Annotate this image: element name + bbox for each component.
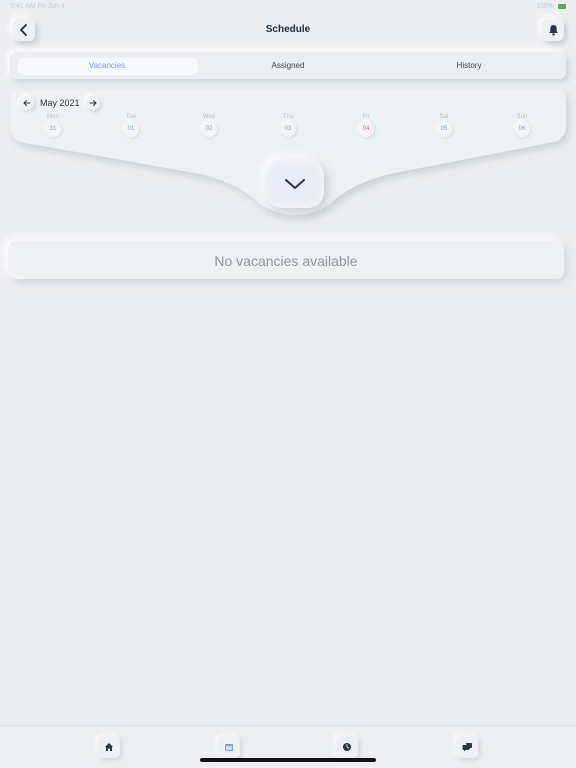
tab-assigned[interactable]: Assigned bbox=[197, 56, 379, 75]
status-time: 9:41 AM Fri Jun 4 bbox=[10, 3, 65, 10]
day-number: 02 bbox=[201, 122, 217, 137]
nav-chat[interactable] bbox=[456, 736, 478, 758]
day-name: Fri bbox=[362, 114, 370, 120]
day-name: Wed bbox=[202, 114, 216, 120]
day-number: 03 bbox=[280, 122, 296, 137]
day-cell-today[interactable]: Fri 04 bbox=[351, 114, 381, 137]
expand-calendar-button[interactable] bbox=[266, 160, 324, 208]
status-bar: 9:41 AM Fri Jun 4 100% bbox=[0, 0, 576, 12]
tab-vacancies[interactable]: Vacancies bbox=[16, 56, 198, 75]
empty-state-text: No vacancies available bbox=[214, 253, 358, 269]
day-number: 05 bbox=[436, 122, 452, 137]
day-name: Mon bbox=[47, 114, 59, 120]
day-cell[interactable]: Mon 31 bbox=[38, 114, 68, 137]
home-indicator bbox=[200, 758, 376, 762]
nav-history[interactable] bbox=[336, 736, 358, 758]
segment-tabs: Vacancies Assigned History bbox=[10, 52, 566, 79]
nav-schedule[interactable] bbox=[218, 736, 240, 758]
day-name: Sat bbox=[439, 114, 449, 120]
nav-home[interactable] bbox=[98, 736, 120, 758]
chevron-down-icon bbox=[285, 179, 305, 189]
day-cell[interactable]: Tue 01 bbox=[116, 114, 146, 137]
day-number: 01 bbox=[123, 122, 139, 137]
battery-percent: 100% bbox=[536, 3, 554, 10]
day-cell[interactable]: Wed 02 bbox=[194, 114, 224, 137]
clock-icon bbox=[343, 743, 351, 751]
day-number: 31 bbox=[45, 122, 61, 137]
page-title: Schedule bbox=[265, 24, 311, 35]
day-name: Tue bbox=[125, 114, 137, 120]
week-calendar: May 2021 Mon 31 Tue 01 Wed 02 Thu 03 Fri… bbox=[0, 86, 576, 226]
day-number: 04 bbox=[358, 122, 374, 137]
empty-state-card: No vacancies available bbox=[8, 241, 564, 279]
arrow-left-icon bbox=[23, 100, 31, 106]
day-cell[interactable]: Sun 06 bbox=[507, 114, 537, 137]
day-cell[interactable]: Sat 05 bbox=[429, 114, 459, 137]
day-cell[interactable]: Thu 03 bbox=[273, 114, 303, 137]
chat-icon bbox=[462, 743, 472, 752]
home-icon bbox=[105, 743, 113, 751]
tab-history[interactable]: History bbox=[378, 56, 560, 75]
status-indicators: 100% bbox=[536, 3, 566, 10]
day-number: 06 bbox=[514, 122, 530, 137]
notifications-button[interactable] bbox=[542, 19, 564, 41]
previous-month-button[interactable] bbox=[20, 96, 34, 110]
calendar-icon bbox=[225, 744, 233, 751]
bell-icon bbox=[548, 25, 558, 36]
day-name: Thu bbox=[282, 114, 294, 120]
battery-icon bbox=[558, 4, 566, 9]
arrow-right-icon bbox=[89, 100, 97, 106]
day-name: Sun bbox=[516, 114, 528, 120]
schedule-screen: 9:41 AM Fri Jun 4 100% Schedule Vacancie… bbox=[0, 0, 576, 768]
next-month-button[interactable] bbox=[86, 96, 100, 110]
month-label: May 2021 bbox=[40, 98, 80, 108]
